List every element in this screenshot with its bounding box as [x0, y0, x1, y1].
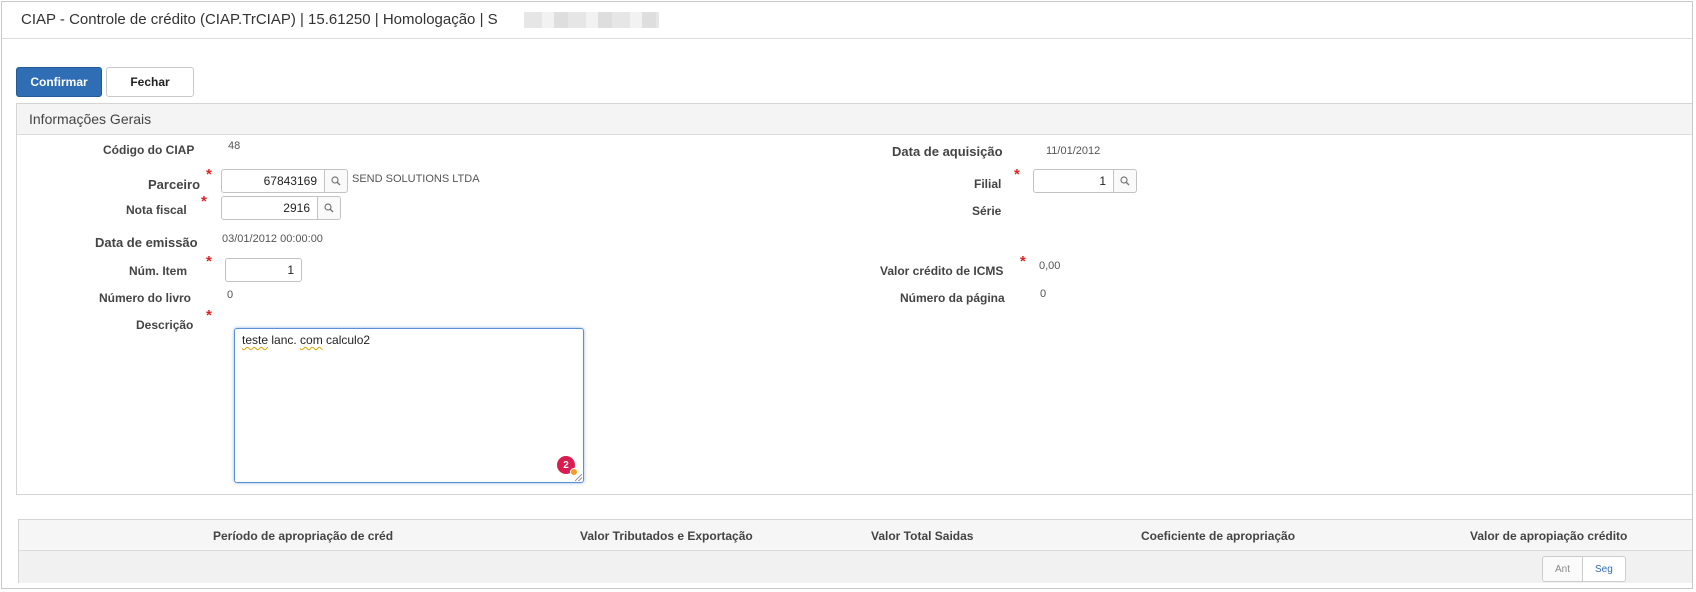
numero-livro-label: Número do livro — [99, 291, 192, 305]
column-header[interactable]: Valor Tributados e Exportação — [580, 529, 753, 543]
parceiro-label: Parceiro — [148, 177, 201, 192]
nota-fiscal-input[interactable]: 2916 — [221, 196, 318, 220]
required-marker: * — [1014, 166, 1020, 183]
numero-pagina-label: Número da página — [900, 291, 1005, 305]
required-marker: * — [206, 166, 212, 183]
column-header[interactable]: Valor de apropiação crédito — [1470, 529, 1627, 543]
codigo-ciap-value: 48 — [228, 140, 241, 152]
search-icon — [324, 203, 334, 213]
nota-fiscal-field-group: 2916 — [221, 196, 341, 220]
nota-fiscal-label: Nota fiscal — [126, 203, 187, 217]
numero-livro-value: 0 — [227, 289, 234, 301]
window-title: CIAP - Controle de crédito (CIAP.TrCIAP)… — [21, 11, 498, 28]
parceiro-name: SEND SOLUTIONS LTDA — [352, 173, 480, 185]
required-marker: * — [206, 253, 212, 270]
descricao-text: lanc. — [268, 333, 301, 347]
column-header[interactable]: Período de apropriação de créd — [213, 529, 393, 543]
filial-input[interactable]: 1 — [1033, 169, 1114, 193]
window: CIAP - Controle de crédito (CIAP.TrCIAP)… — [1, 1, 1693, 589]
next-page-button[interactable]: Seg — [1583, 556, 1626, 582]
descricao-text: calculo2 — [322, 333, 371, 347]
title-bar: CIAP - Controle de crédito (CIAP.TrCIAP)… — [2, 2, 1692, 39]
required-marker: * — [201, 193, 207, 210]
search-icon — [331, 176, 341, 186]
search-icon — [1120, 176, 1130, 186]
required-marker: * — [206, 307, 212, 324]
previous-page-button[interactable]: Ant — [1542, 556, 1584, 582]
panel-header: Informações Gerais — [17, 104, 1692, 135]
nota-fiscal-lookup-button[interactable] — [318, 196, 341, 220]
required-marker: * — [1020, 253, 1026, 270]
num-item-field-group: 1 — [225, 258, 302, 282]
column-header[interactable]: Coeficiente de apropriação — [1141, 529, 1295, 543]
descricao-text-word: teste — [242, 333, 269, 347]
close-button[interactable]: Fechar — [106, 67, 194, 97]
parceiro-field-group: 67843169 — [221, 169, 348, 193]
pager: Ant Seg — [1542, 556, 1626, 582]
numero-pagina-value: 0 — [1040, 288, 1047, 300]
apropriacao-grid: Período de apropriação de créd Valor Tri… — [18, 519, 1692, 583]
codigo-ciap-label: Código do CIAP — [103, 143, 195, 157]
descricao-text-word: com — [300, 333, 323, 347]
resize-handle[interactable] — [575, 474, 582, 481]
column-header[interactable]: Valor Total Saidas — [871, 529, 973, 543]
filial-lookup-button[interactable] — [1114, 169, 1137, 193]
redacted-text — [524, 12, 659, 28]
data-emissao-value: 03/01/2012 00:00:00 — [222, 233, 323, 245]
descricao-textarea[interactable]: teste lanc. com calculo2 2 — [234, 328, 584, 483]
panel-title: Informações Gerais — [29, 111, 152, 127]
confirm-button[interactable]: Confirmar — [16, 67, 102, 97]
descricao-label: Descrição — [136, 318, 194, 332]
data-aquisicao-label: Data de aquisição — [892, 144, 1003, 159]
grid-footer — [19, 551, 1692, 583]
data-aquisicao-value: 11/01/2012 — [1046, 145, 1101, 157]
parceiro-input[interactable]: 67843169 — [221, 169, 325, 193]
num-item-label: Núm. Item — [129, 264, 188, 278]
num-item-input[interactable]: 1 — [225, 258, 302, 282]
data-emissao-label: Data de emissão — [95, 235, 198, 250]
filial-field-group: 1 — [1033, 169, 1137, 193]
valor-credito-icms-value: 0,00 — [1039, 260, 1061, 272]
valor-credito-icms-label: Valor crédito de ICMS — [880, 264, 1004, 278]
parceiro-lookup-button[interactable] — [325, 169, 348, 193]
filial-label: Filial — [974, 177, 1002, 191]
grid-header: Período de apropriação de créd Valor Tri… — [19, 520, 1692, 551]
serie-label: Série — [972, 204, 1002, 218]
